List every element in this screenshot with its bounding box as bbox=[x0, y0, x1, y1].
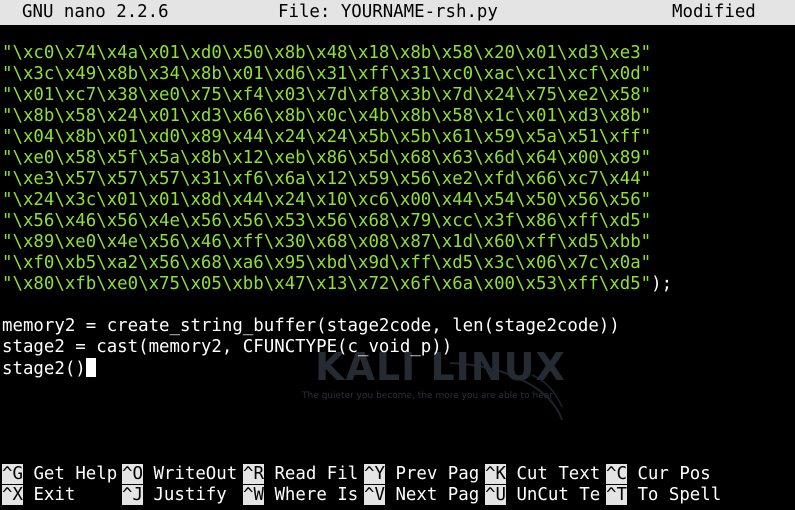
shortcut-read-file[interactable]: ^R Read Fil bbox=[243, 464, 358, 485]
shortcut-key: ^C bbox=[606, 464, 627, 484]
code-line-memory: memory2 = create_string_buffer(stage2cod… bbox=[2, 316, 620, 336]
shortcut-get-help[interactable]: ^G Get Help bbox=[2, 464, 117, 485]
string-literal: "\x3c\x49\x8b\x34\x8b\x01\xd6\x31\xff\x3… bbox=[2, 64, 652, 84]
string-literal: "\x89\xe0\x4e\x56\x46\xff\x30\x68\x08\x8… bbox=[2, 232, 652, 252]
string-literal: "\x80\xfb\xe0\x75\x05\xbb\x47\x13\x72\x6… bbox=[2, 274, 652, 294]
call-text: stage2() bbox=[2, 359, 86, 379]
string-literal: "\xe3\x57\x57\x57\x31\xf6\x6a\x12\x59\x5… bbox=[2, 169, 652, 189]
string-literal: "\xf0\xb5\xa2\x56\x68\xa6\x95\xbd\x9d\xf… bbox=[2, 253, 652, 273]
shortcut-uncut-text[interactable]: ^U UnCut Te bbox=[485, 485, 600, 506]
shortcut-label: Read Fil bbox=[274, 464, 359, 484]
text-cursor bbox=[85, 358, 96, 377]
shortcut-label: UnCut Te bbox=[516, 485, 601, 505]
shortcut-prev-page[interactable]: ^Y Prev Pag bbox=[364, 464, 479, 485]
shortcut-label: Next Pag bbox=[395, 485, 480, 505]
code-line: "\xe3\x57\x57\x57\x31\xf6\x6a\x12\x59\x5… bbox=[2, 169, 792, 190]
shortcut-bar: ^G Get Help ^O WriteOut ^R Read Fil ^Y P… bbox=[0, 464, 795, 506]
shortcut-key: ^X bbox=[2, 485, 23, 505]
shortcut-label: Get Help bbox=[33, 464, 118, 484]
shortcut-label: Cur Pos bbox=[637, 464, 711, 484]
shortcut-row-2: ^X Exit ^J Justify ^W Where Is ^V Next P… bbox=[0, 485, 795, 506]
string-literal: "\x01\xc7\x38\xe0\x75\xf4\x03\x7d\xf8\x3… bbox=[2, 85, 652, 105]
shortcut-cur-pos[interactable]: ^C Cur Pos bbox=[606, 464, 711, 485]
string-literal: "\x04\x8b\x01\xd0\x89\x44\x24\x24\x5b\x5… bbox=[2, 127, 652, 147]
shortcut-label: Justify bbox=[153, 485, 227, 505]
shortcut-row-1: ^G Get Help ^O WriteOut ^R Read Fil ^Y P… bbox=[0, 464, 795, 485]
shortcut-key: ^G bbox=[2, 464, 23, 484]
closing-paren: ); bbox=[651, 274, 673, 294]
shortcut-key: ^K bbox=[485, 464, 506, 484]
shortcut-exit[interactable]: ^X Exit bbox=[2, 485, 75, 506]
code-line: "\x24\x3c\x01\x01\x8d\x44\x24\x10\xc6\x0… bbox=[2, 190, 792, 211]
shortcut-label: To Spell bbox=[637, 485, 722, 505]
code-line: "\x8b\x58\x24\x01\xd3\x66\x8b\x0c\x4b\x8… bbox=[2, 106, 792, 127]
text-editor-area[interactable]: "\xc0\x74\x4a\x01\xd0\x50\x8b\x48\x18\x8… bbox=[2, 43, 792, 379]
code-line: "\x89\xe0\x4e\x56\x46\xff\x30\x68\x08\x8… bbox=[2, 232, 792, 253]
shortcut-where-is[interactable]: ^W Where Is bbox=[243, 485, 358, 506]
shortcut-next-page[interactable]: ^V Next Pag bbox=[364, 485, 479, 506]
code-line: "\xc0\x74\x4a\x01\xd0\x50\x8b\x48\x18\x8… bbox=[2, 43, 792, 64]
shortcut-label: Where Is bbox=[274, 485, 359, 505]
code-line: "\x01\xc7\x38\xe0\x75\xf4\x03\x7d\xf8\x3… bbox=[2, 85, 792, 106]
shortcut-key: ^W bbox=[243, 485, 264, 505]
file-name: File: YOURNAME-rsh.py bbox=[278, 2, 498, 22]
code-line: "\x04\x8b\x01\xd0\x89\x44\x24\x24\x5b\x5… bbox=[2, 127, 792, 148]
kali-tagline: The quieter you become, the more you are… bbox=[302, 391, 553, 401]
string-literal: "\x56\x46\x56\x4e\x56\x56\x53\x56\x68\x7… bbox=[2, 211, 652, 231]
code-line: "\xe0\x58\x5f\x5a\x8b\x12\xeb\x86\x5d\x6… bbox=[2, 148, 792, 169]
code-line: "\x80\xfb\xe0\x75\x05\xbb\x47\x13\x72\x6… bbox=[2, 274, 792, 295]
shortcut-key: ^O bbox=[122, 464, 143, 484]
shortcut-cut-text[interactable]: ^K Cut Text bbox=[485, 464, 600, 485]
modified-status: Modified bbox=[672, 2, 756, 22]
shortcut-label: Prev Pag bbox=[395, 464, 480, 484]
code-line: "\xf0\xb5\xa2\x56\x68\xa6\x95\xbd\x9d\xf… bbox=[2, 253, 792, 274]
shortcut-justify[interactable]: ^J Justify bbox=[122, 485, 227, 506]
string-literal: "\x24\x3c\x01\x01\x8d\x44\x24\x10\xc6\x0… bbox=[2, 190, 652, 210]
shortcut-writeout[interactable]: ^O WriteOut bbox=[122, 464, 237, 485]
shortcut-key: ^U bbox=[485, 485, 506, 505]
code-line-stage2: stage2 = cast(memory2, CFUNCTYPE(c_void_… bbox=[2, 337, 453, 357]
shortcut-key: ^R bbox=[243, 464, 264, 484]
shortcut-to-spell[interactable]: ^T To Spell bbox=[606, 485, 721, 506]
string-literal: "\xe0\x58\x5f\x5a\x8b\x12\xeb\x86\x5d\x6… bbox=[2, 148, 652, 168]
shortcut-label: WriteOut bbox=[153, 464, 238, 484]
code-line: "\x56\x46\x56\x4e\x56\x56\x53\x56\x68\x7… bbox=[2, 211, 792, 232]
code-line-call: stage2() bbox=[2, 358, 792, 379]
shortcut-key: ^V bbox=[364, 485, 385, 505]
string-literal: "\xc0\x74\x4a\x01\xd0\x50\x8b\x48\x18\x8… bbox=[2, 43, 652, 63]
code-line: "\x3c\x49\x8b\x34\x8b\x01\xd6\x31\xff\x3… bbox=[2, 64, 792, 85]
shortcut-label: Cut Text bbox=[516, 464, 601, 484]
shortcut-key: ^Y bbox=[364, 464, 385, 484]
shortcut-key: ^T bbox=[606, 485, 627, 505]
editor-name: GNU nano 2.2.6 bbox=[22, 2, 169, 22]
nano-title-bar: GNU nano 2.2.6 File: YOURNAME-rsh.py Mod… bbox=[0, 0, 795, 25]
shortcut-key: ^J bbox=[122, 485, 143, 505]
string-literal: "\x8b\x58\x24\x01\xd3\x66\x8b\x0c\x4b\x8… bbox=[2, 106, 652, 126]
shortcut-label: Exit bbox=[33, 485, 76, 505]
